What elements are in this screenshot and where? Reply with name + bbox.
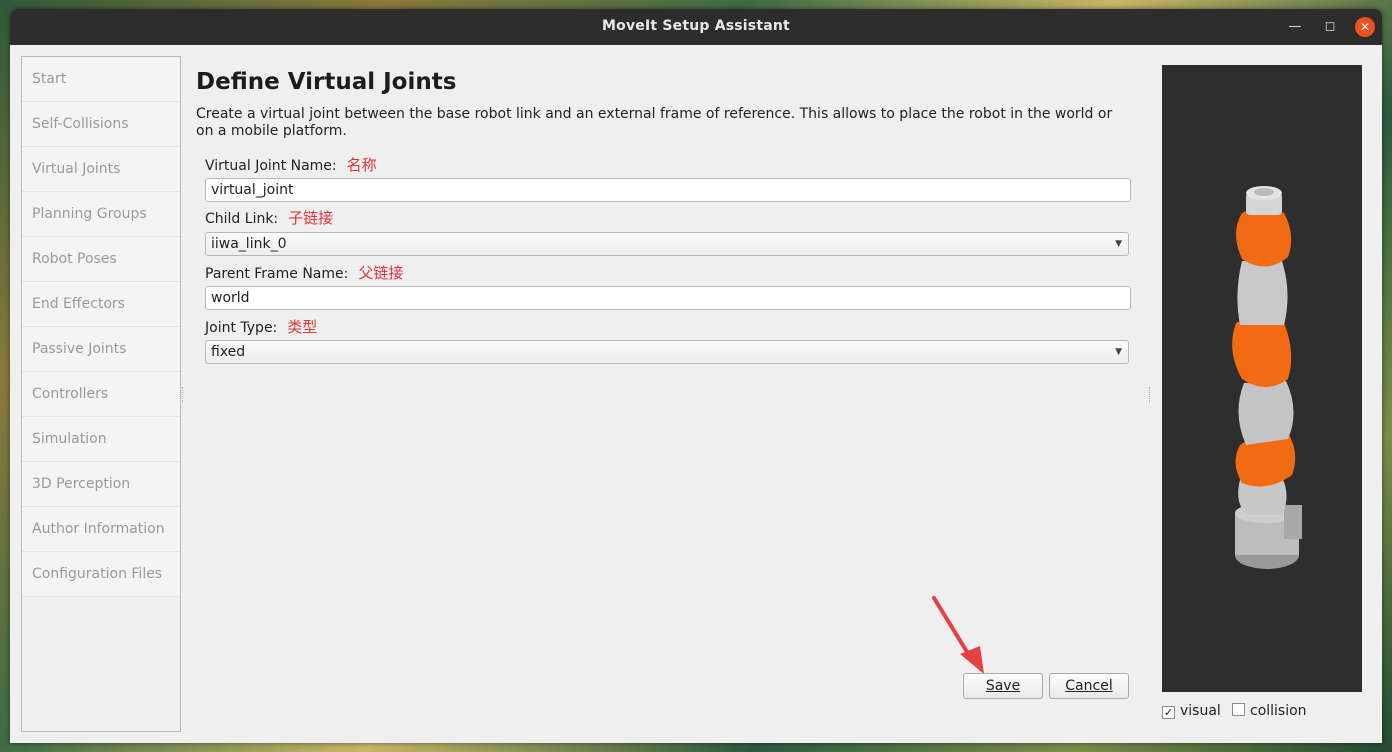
save-button[interactable]: Save <box>963 673 1043 699</box>
joint-type-label-row: Joint Type: 类型 <box>205 316 317 337</box>
joint-type-label: Joint Type: <box>205 320 278 336</box>
sidebar-item-simulation[interactable]: Simulation <box>22 417 180 462</box>
sidebar-item-passive-joints[interactable]: Passive Joints <box>22 327 180 372</box>
joint-type-annotation: 类型 <box>287 318 318 336</box>
sidebar-nav: Start Self-Collisions Virtual Joints Pla… <box>21 56 181 732</box>
page-description: Create a virtual joint between the base … <box>196 106 1113 139</box>
child-link-annotation: 子链接 <box>288 209 334 227</box>
joint-name-annotation: 名称 <box>346 156 377 174</box>
sidebar-item-planning-groups[interactable]: Planning Groups <box>22 192 180 237</box>
child-link-label-row: Child Link: 子链接 <box>205 207 333 228</box>
sidebar-item-controllers[interactable]: Controllers <box>22 372 180 417</box>
sidebar-item-configuration-files[interactable]: Configuration Files <box>22 552 180 597</box>
parent-frame-label-row: Parent Frame Name: 父链接 <box>205 262 403 283</box>
title-bar: MoveIt Setup Assistant — ◻ ✕ <box>10 9 1382 45</box>
chevron-down-icon: ▼ <box>1115 239 1122 249</box>
joint-type-value: fixed <box>211 344 246 360</box>
child-link-select[interactable]: iiwa_link_0 ▼ <box>205 232 1129 256</box>
visual-checkbox-row[interactable]: ✓ visual <box>1162 703 1221 719</box>
maximize-icon[interactable]: ◻ <box>1320 17 1340 37</box>
visual-checkbox[interactable]: ✓ <box>1162 706 1175 719</box>
sidebar-item-3d-perception[interactable]: 3D Perception <box>22 462 180 507</box>
sidebar-item-author-information[interactable]: Author Information <box>22 507 180 552</box>
collision-checkbox[interactable] <box>1232 703 1245 716</box>
splitter-handle-left[interactable] <box>182 387 185 403</box>
joint-name-label-row: Virtual Joint Name: 名称 <box>205 154 377 175</box>
close-icon[interactable]: ✕ <box>1355 17 1375 37</box>
sidebar-item-start[interactable]: Start <box>22 57 180 102</box>
red-arrow-annotation <box>932 596 984 674</box>
visual-label: visual <box>1180 703 1221 719</box>
joint-name-input[interactable]: virtual_joint <box>205 178 1131 202</box>
parent-frame-label: Parent Frame Name: <box>205 266 349 282</box>
sidebar-item-end-effectors[interactable]: End Effectors <box>22 282 180 327</box>
child-link-value: iiwa_link_0 <box>211 236 287 252</box>
page-title: Define Virtual Joints <box>196 69 457 95</box>
joint-type-select[interactable]: fixed ▼ <box>205 340 1129 364</box>
robot-3d-viewport[interactable] <box>1162 65 1362 692</box>
splitter-handle-right[interactable] <box>1149 387 1152 403</box>
child-link-label: Child Link: <box>205 211 279 227</box>
collision-checkbox-row[interactable]: collision <box>1232 703 1307 719</box>
app-window: MoveIt Setup Assistant — ◻ ✕ Start Self-… <box>10 9 1382 743</box>
sidebar-item-robot-poses[interactable]: Robot Poses <box>22 237 180 282</box>
minimize-icon[interactable]: — <box>1285 17 1305 37</box>
joint-name-label: Virtual Joint Name: <box>205 158 337 174</box>
sidebar-item-virtual-joints[interactable]: Virtual Joints <box>22 147 180 192</box>
parent-frame-input[interactable]: world <box>205 286 1131 310</box>
chevron-down-icon: ▼ <box>1115 347 1122 357</box>
robot-arm-model <box>1232 186 1302 569</box>
collision-label: collision <box>1250 703 1307 719</box>
parent-frame-annotation: 父链接 <box>358 264 404 282</box>
cancel-button[interactable]: Cancel <box>1049 673 1129 699</box>
sidebar-item-self-collisions[interactable]: Self-Collisions <box>22 102 180 147</box>
window-title: MoveIt Setup Assistant <box>602 18 790 34</box>
